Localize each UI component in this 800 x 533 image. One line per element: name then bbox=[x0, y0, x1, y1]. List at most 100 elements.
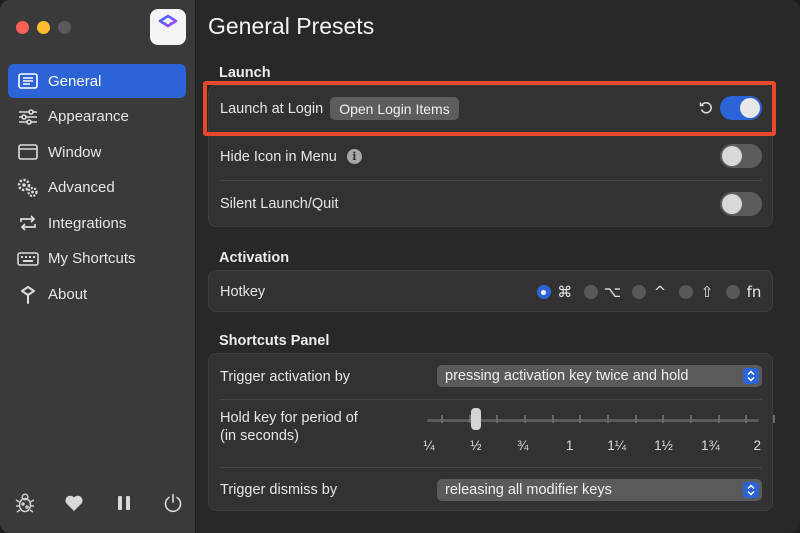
activation-group: Hotkey ⌘ ⌥ ^ ⇧ fn bbox=[208, 270, 773, 312]
sidebar-item-label: Integrations bbox=[48, 214, 127, 232]
sync-arrows-icon bbox=[17, 212, 39, 234]
slider-tick bbox=[717, 415, 720, 423]
gears-icon bbox=[17, 177, 39, 199]
shortcuts-panel-group: Trigger activation by pressing activatio… bbox=[208, 353, 773, 511]
trigger-dismiss-label: Trigger dismiss by bbox=[220, 482, 338, 498]
sidebar-item-label: Appearance bbox=[48, 108, 129, 126]
heart-icon[interactable] bbox=[61, 490, 87, 516]
section-title-shortcuts-panel: Shortcuts Panel bbox=[219, 333, 330, 349]
sidebar-item-label: General bbox=[48, 72, 102, 90]
slider-tick bbox=[551, 415, 554, 423]
window-controls bbox=[16, 21, 71, 34]
slider-tick bbox=[524, 415, 526, 423]
slider-tick bbox=[496, 415, 499, 423]
window-icon bbox=[17, 141, 39, 163]
hide-icon-row: Hide Icon in Menu i bbox=[209, 133, 772, 180]
open-login-items-button[interactable]: Open Login Items bbox=[330, 97, 459, 120]
sidebar-item-label: About bbox=[48, 286, 88, 304]
sidebar-item-label: Advanced bbox=[48, 179, 115, 197]
hide-icon-toggle[interactable] bbox=[720, 144, 762, 168]
slider-tick-label: 1½ bbox=[654, 438, 673, 453]
chevron-updown-icon bbox=[743, 368, 759, 384]
trigger-dismiss-select[interactable]: releasing all modifier keys bbox=[437, 479, 762, 501]
silent-launch-row: Silent Launch/Quit bbox=[209, 181, 772, 227]
sidebar-item-general[interactable]: General bbox=[8, 64, 186, 98]
pause-icon[interactable] bbox=[111, 490, 137, 516]
close-window-button[interactable] bbox=[16, 21, 29, 34]
slider-knob[interactable] bbox=[470, 408, 481, 430]
preferences-window: General Appearance Window Advanced Integ… bbox=[0, 0, 800, 533]
page-title: General Presets bbox=[208, 13, 375, 39]
general-icon bbox=[17, 70, 39, 92]
main-content: General Presets Launch Launch at Login O… bbox=[197, 0, 800, 533]
sidebar-item-integrations[interactable]: Integrations bbox=[8, 206, 186, 240]
slider-tick-label: 1¾ bbox=[701, 438, 720, 453]
slider-tick-label: ¾ bbox=[517, 438, 529, 453]
slider-tick-label: 2 bbox=[753, 438, 762, 453]
bug-icon[interactable] bbox=[12, 490, 38, 516]
command-key-glyph: ⌘ bbox=[557, 283, 573, 301]
hide-icon-label: Hide Icon in Menu bbox=[220, 148, 337, 165]
trigger-activation-select[interactable]: pressing activation key twice and hold bbox=[437, 365, 762, 387]
power-icon[interactable] bbox=[160, 490, 186, 516]
slider-tick-label: ½ bbox=[470, 438, 482, 453]
control-key-glyph: ^ bbox=[653, 283, 667, 301]
trigger-dismiss-row: Trigger dismiss by releasing all modifie… bbox=[209, 468, 772, 512]
sidebar-item-about[interactable]: About bbox=[8, 278, 186, 312]
sidebar-item-appearance[interactable]: Appearance bbox=[8, 100, 186, 134]
silent-launch-label: Silent Launch/Quit bbox=[220, 196, 339, 212]
hotkey-radio-control[interactable] bbox=[632, 285, 646, 299]
hotkey-radio-group: ⌘ ⌥ ^ ⇧ fn bbox=[536, 283, 762, 301]
slider-tick-label: 1¼ bbox=[607, 438, 626, 453]
sidebar-item-window[interactable]: Window bbox=[8, 135, 186, 169]
fn-key-glyph: fn bbox=[746, 283, 762, 301]
app-logo-icon bbox=[150, 9, 186, 45]
hold-key-sublabel: (in seconds) bbox=[220, 428, 299, 444]
reset-icon[interactable] bbox=[698, 100, 714, 116]
hotkey-radio-fn[interactable] bbox=[726, 285, 740, 299]
section-title-activation: Activation bbox=[219, 250, 290, 266]
sidebar-item-my-shortcuts[interactable]: My Shortcuts bbox=[8, 242, 186, 276]
slider-tick bbox=[773, 415, 775, 423]
hotkey-radio-option[interactable] bbox=[583, 285, 598, 299]
slider-tick bbox=[441, 415, 443, 423]
sidebar: General Appearance Window Advanced Integ… bbox=[0, 0, 196, 533]
hotkey-row: Hotkey ⌘ ⌥ ^ ⇧ fn bbox=[209, 271, 772, 312]
info-icon[interactable]: i bbox=[346, 149, 362, 164]
silent-launch-toggle[interactable] bbox=[720, 192, 762, 216]
option-key-glyph: ⌥ bbox=[603, 283, 621, 301]
minimize-window-button[interactable] bbox=[37, 21, 50, 34]
hold-key-label: Hold key for period of bbox=[220, 410, 358, 426]
launch-at-login-label: Launch at Login bbox=[220, 100, 324, 117]
hotkey-radio-shift[interactable] bbox=[679, 285, 693, 299]
slider-tick bbox=[607, 415, 609, 423]
sidebar-item-label: Window bbox=[48, 143, 102, 161]
launch-at-login-row: Launch at Login Open Login Items bbox=[209, 86, 772, 131]
slider-tick-label: ¼ bbox=[423, 438, 435, 453]
slider-tick bbox=[690, 415, 692, 423]
shift-key-glyph: ⇧ bbox=[700, 283, 714, 301]
sidebar-item-label: My Shortcuts bbox=[48, 250, 136, 268]
about-logo-icon bbox=[17, 284, 39, 306]
keyboard-icon bbox=[17, 248, 39, 270]
zoom-window-button[interactable] bbox=[58, 21, 71, 34]
trigger-dismiss-value: releasing all modifier keys bbox=[445, 482, 612, 498]
sidebar-footer bbox=[12, 490, 186, 516]
trigger-activation-value: pressing activation key twice and hold bbox=[445, 368, 689, 384]
slider-tick bbox=[662, 415, 665, 423]
trigger-activation-row: Trigger activation by pressing activatio… bbox=[209, 354, 772, 399]
chevron-updown-icon bbox=[743, 482, 759, 498]
launch-at-login-toggle[interactable] bbox=[720, 96, 762, 120]
trigger-activation-label: Trigger activation by bbox=[220, 368, 351, 385]
sidebar-nav: General Appearance Window Advanced Integ… bbox=[8, 64, 186, 313]
sidebar-item-advanced[interactable]: Advanced bbox=[8, 171, 186, 205]
slider-tick bbox=[745, 415, 748, 423]
sliders-icon bbox=[17, 106, 39, 128]
launch-group: Launch at Login Open Login Items Hide Ic… bbox=[208, 85, 773, 227]
hotkey-label: Hotkey bbox=[220, 283, 266, 300]
hotkey-radio-command[interactable] bbox=[536, 285, 551, 299]
section-title-launch: Launch bbox=[219, 65, 271, 81]
slider-tick bbox=[634, 415, 637, 423]
slider-tick bbox=[579, 415, 582, 423]
slider-tick-label: 1 bbox=[565, 438, 574, 453]
